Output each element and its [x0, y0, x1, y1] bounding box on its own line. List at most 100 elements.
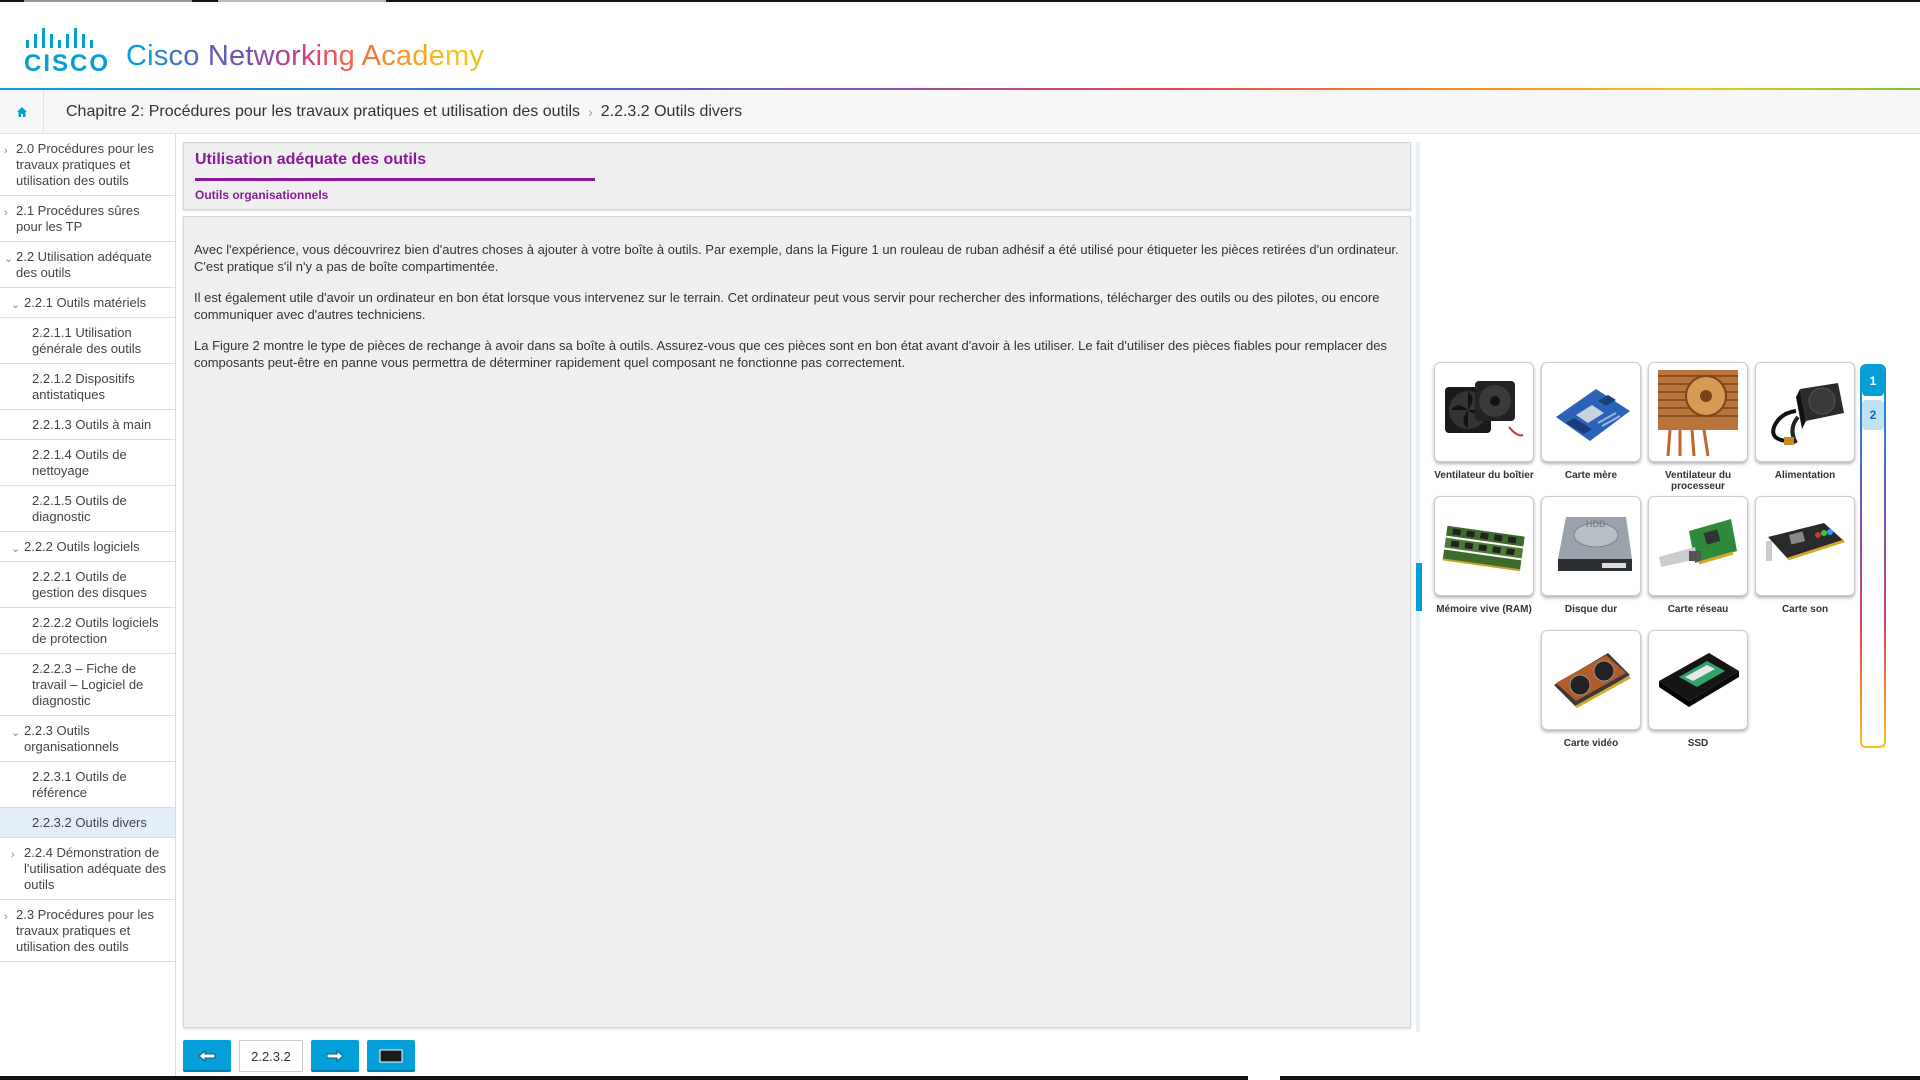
course-sidebar: › 2.0 Procédures pour les travaux pratiqu…: [0, 134, 176, 1080]
title-letter: t: [245, 40, 254, 72]
title-letter: o: [183, 40, 200, 72]
title-letter: e: [228, 40, 246, 72]
nav-item-label: 2.2.1.2 Dispositifs antistatiques: [32, 371, 135, 402]
nav-item-label: 2.2.1.5 Outils de diagnostic: [32, 493, 127, 524]
chevron-down-icon: ⌄: [11, 727, 21, 739]
title-letter: N: [207, 40, 229, 72]
home-icon: [16, 106, 27, 117]
title-letter: s: [153, 40, 169, 72]
topic-title: Utilisation adéquate des outils: [195, 151, 427, 168]
nav-item-label: 2.2.1.1 Utilisation générale des outils: [32, 325, 142, 356]
nav-item-2-2-3-1[interactable]: 2.2.3.1 Outils de référence: [0, 762, 175, 808]
part-sound-card: Carte son: [1755, 496, 1855, 615]
nav-item-2-2-2-1[interactable]: 2.2.2.1 Outils de gestion des disques: [0, 562, 175, 608]
nav-item-2-2[interactable]: ⌄ 2.2 Utilisation adéquate des outils: [0, 242, 175, 288]
nav-item-2-2-3[interactable]: ⌄ 2.2.3 Outils organisationnels: [0, 716, 175, 762]
breadcrumb-chapter[interactable]: Chapitre 2: Procédures pour les travaux …: [66, 103, 580, 121]
title-letter: o: [274, 40, 292, 72]
title-letter: k: [300, 40, 316, 72]
topic-body: Avec l'expérience, vous découvrirez bien…: [183, 216, 1411, 1028]
toc-button[interactable]: [367, 1040, 415, 1072]
nav-item-label: 2.2.1 Outils matériels: [24, 295, 147, 310]
network-card-icon: [1648, 496, 1748, 596]
breadcrumb-current: 2.2.3.2 Outils divers: [600, 102, 743, 120]
page-number[interactable]: 2.2.3.2: [239, 1040, 303, 1072]
nav-item-2-2-1-3[interactable]: 2.2.1.3 Outils à main: [0, 410, 175, 440]
part-label: SSD: [1687, 738, 1709, 749]
part-label: Carte mère: [1564, 470, 1618, 481]
nav-item-2-0[interactable]: › 2.0 Procédures pour les travaux pratiqu…: [0, 134, 175, 196]
sound-card-icon: [1755, 496, 1855, 596]
part-label: Ventilateur du boîtier: [1434, 470, 1534, 481]
part-label: Carte son: [1781, 604, 1829, 615]
nav-item-2-2-2[interactable]: ⌄ 2.2.2 Outils logiciels: [0, 532, 175, 562]
title-letter: g: [338, 40, 355, 72]
title-letter: a: [395, 40, 413, 72]
scrollbar-thumb[interactable]: [1416, 563, 1422, 611]
chevron-down-icon: ⌄: [11, 543, 21, 555]
nav-item-2-2-1-1[interactable]: 2.2.1.1 Utilisation générale des outils: [0, 318, 175, 364]
nav-item-label: 2.1 Procédures sûres pour les TP: [16, 203, 140, 234]
nav-item-label: 2.2.2.2 Outils logiciels de protection: [32, 615, 159, 646]
nav-item-label: 2.2.3.2 Outils divers: [32, 815, 147, 830]
page-navigation: 2.2.3.2: [183, 1040, 415, 1072]
title-letter: c: [168, 40, 184, 72]
chevron-right-icon: ›: [11, 849, 15, 861]
next-page-button[interactable]: [311, 1040, 359, 1072]
breadcrumb: Chapitre 2: Procédures pour les travaux …: [0, 89, 1920, 134]
title-letter: m: [444, 40, 470, 72]
nav-item-2-2-3-2[interactable]: 2.2.3.2 Outils divers: [0, 808, 175, 838]
body-paragraph: Il est également utile d'avoir un ordina…: [194, 290, 1380, 322]
nav-item-label: 2.2.3 Outils organisationnels: [24, 723, 119, 754]
title-letter: A: [361, 40, 382, 72]
part-label: Alimentation: [1774, 470, 1836, 481]
bottom-strip: [0, 1076, 1920, 1080]
nav-item-label: 2.0 Procédures pour les travaux pratique…: [16, 141, 155, 188]
case-fan-icon: [1434, 362, 1534, 462]
nav-item-2-1[interactable]: › 2.1 Procédures sûres pour les TP: [0, 196, 175, 242]
part-label: Ventilateur du processeur: [1664, 470, 1732, 492]
part-power-supply: Alimentation: [1755, 362, 1855, 481]
part-video-card: Carte vidéo: [1541, 630, 1641, 749]
hard-drive-icon: HDD: [1541, 496, 1641, 596]
part-hard-drive: HDD Disque dur: [1541, 496, 1641, 615]
part-motherboard: Carte mère: [1541, 362, 1641, 481]
cisco-wordmark: CISCO: [24, 50, 111, 77]
title-letter: i: [147, 40, 154, 72]
topic-subtitle: Outils organisationnels: [195, 188, 329, 202]
nav-item-2-2-1[interactable]: ⌄ 2.2.1 Outils matériels: [0, 288, 175, 318]
power-supply-icon: [1755, 362, 1855, 462]
arrow-left-icon: [198, 1050, 216, 1062]
ssd-icon: [1648, 630, 1748, 730]
title-letter: w: [253, 40, 275, 72]
cisco-logo[interactable]: CISCO: [24, 24, 108, 77]
nav-item-2-2-4[interactable]: › 2.2.4 Démonstration de l'utilisation ad…: [0, 838, 175, 900]
bottom-strip-gap: [1248, 1076, 1280, 1080]
title-letter: c: [381, 40, 396, 72]
title-letter: C: [126, 40, 148, 72]
part-ssd: SSD: [1648, 630, 1748, 749]
home-button[interactable]: [0, 89, 44, 134]
body-paragraph: Avec l'expérience, vous découvrirez bien…: [194, 242, 1399, 274]
nav-item-2-2-1-4[interactable]: 2.2.1.4 Outils de nettoyage: [0, 440, 175, 486]
academy-title: Cisco Networking Academy: [126, 40, 484, 73]
chevron-right-icon: ›: [4, 145, 8, 157]
figure-tab-2[interactable]: 2: [1862, 400, 1884, 430]
figure-tab-1[interactable]: 1: [1862, 366, 1884, 396]
nav-item-2-2-1-5[interactable]: 2.2.1.5 Outils de diagnostic: [0, 486, 175, 532]
prev-page-button[interactable]: [183, 1040, 231, 1072]
nav-item-2-2-2-2[interactable]: 2.2.2.2 Outils logiciels de protection: [0, 608, 175, 654]
chevron-right-icon: ›: [4, 207, 8, 219]
app-header: CISCO Cisco Networking Academy: [0, 2, 1920, 88]
nav-item-2-2-2-3[interactable]: 2.2.2.3 – Fiche de travail – Logiciel de…: [0, 654, 175, 716]
ram-icon: [1434, 496, 1534, 596]
toc-icon: [379, 1049, 403, 1063]
part-label: Carte vidéo: [1563, 738, 1619, 749]
nav-item-label: 2.2.3.1 Outils de référence: [32, 769, 127, 800]
chevron-right-icon: ›: [4, 911, 8, 923]
part-label: Mémoire vive (RAM): [1436, 604, 1532, 615]
nav-item-2-3[interactable]: › 2.3 Procédures pour les travaux pratiqu…: [0, 900, 175, 962]
nav-item-label: 2.2.2.1 Outils de gestion des disques: [32, 569, 147, 600]
nav-item-2-2-1-2[interactable]: 2.2.1.2 Dispositifs antistatiques: [0, 364, 175, 410]
svg-text:HDD: HDD: [1586, 519, 1606, 529]
